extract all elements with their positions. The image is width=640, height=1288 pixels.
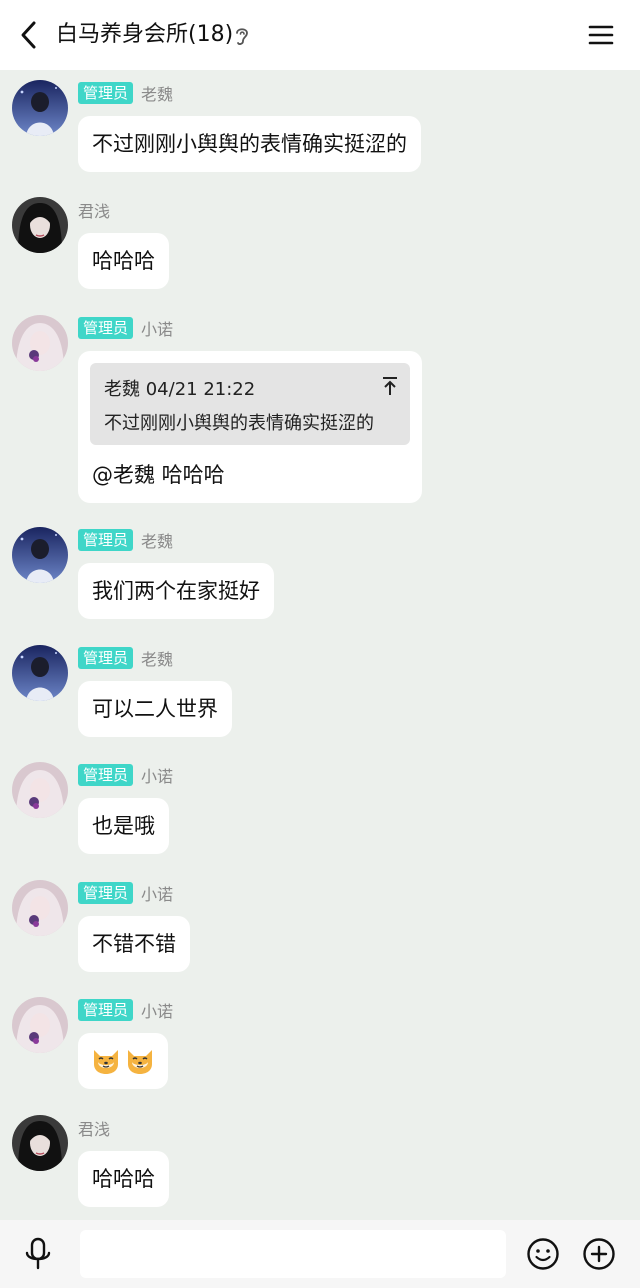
message-bubble[interactable]: 哈哈哈 — [78, 233, 169, 289]
avatar[interactable] — [12, 527, 68, 583]
sender-meta: 管理员 小诺 — [78, 763, 173, 787]
message-bubble[interactable]: 不过刚刚小舆舆的表情确实挺涩的 — [78, 116, 421, 172]
chevron-left-icon — [21, 21, 36, 49]
chat-header: 白马养身会所(18) — [0, 0, 640, 70]
avatar[interactable] — [12, 997, 68, 1053]
message-bubble[interactable]: 我们两个在家挺好 — [78, 563, 274, 619]
avatar[interactable] — [12, 80, 68, 136]
sender-name[interactable]: 君浅 — [78, 198, 110, 222]
smiley-icon[interactable] — [526, 1237, 560, 1271]
back-button[interactable] — [12, 18, 44, 52]
plus-circle-icon[interactable] — [582, 1237, 616, 1271]
shiba-face-sticker — [94, 1050, 118, 1074]
input-bar — [0, 1220, 640, 1288]
sender-meta: 管理员 老魏 — [78, 646, 173, 670]
sender-meta: 管理员 小诺 — [78, 881, 173, 905]
message-bubble[interactable]: 哈哈哈 — [78, 1151, 169, 1207]
sender-name[interactable]: 小诺 — [141, 316, 173, 340]
group-title[interactable]: 白马养身会所(18) — [56, 20, 233, 50]
sender-name[interactable]: 小诺 — [141, 881, 173, 905]
sender-name[interactable]: 小诺 — [141, 763, 173, 787]
message-bubble[interactable]: 可以二人世界 — [78, 681, 232, 737]
avatar[interactable] — [12, 197, 68, 253]
sender-name[interactable]: 小诺 — [141, 998, 173, 1022]
shiba-face-sticker — [128, 1050, 152, 1074]
ear-icon — [236, 28, 248, 45]
message-bubble[interactable]: 也是哦 — [78, 798, 169, 854]
sender-name[interactable]: 老魏 — [141, 81, 173, 105]
message-bubble[interactable]: 不错不错 — [78, 916, 190, 972]
sticker-bubble[interactable] — [78, 1033, 168, 1089]
avatar[interactable] — [12, 315, 68, 371]
admin-badge: 管理员 — [78, 764, 134, 786]
avatar[interactable] — [12, 762, 68, 818]
sender-meta: 管理员 小诺 — [78, 316, 173, 340]
hamburger-menu-icon[interactable] — [586, 20, 616, 50]
admin-badge: 管理员 — [78, 82, 134, 104]
sender-name[interactable]: 老魏 — [141, 528, 173, 552]
reply-message-bubble[interactable]: 老魏 04/21 21:22 不过刚刚小舆舆的表情确实挺涩的 @老魏 哈哈哈 — [78, 351, 422, 503]
avatar[interactable] — [12, 645, 68, 701]
sender-meta: 管理员 老魏 — [78, 81, 173, 105]
sender-name[interactable]: 老魏 — [141, 646, 173, 670]
message-list[interactable]: 管理员 老魏 不过刚刚小舆舆的表情确实挺涩的 君浅 哈哈哈 管理员 小诺 老魏 … — [0, 70, 640, 1220]
quoted-text: 不过刚刚小舆舆的表情确实挺涩的 — [104, 413, 374, 434]
admin-badge: 管理员 — [78, 529, 134, 551]
avatar[interactable] — [12, 880, 68, 936]
quoted-sender-time: 老魏 04/21 21:22 — [104, 379, 256, 400]
microphone-icon[interactable] — [20, 1236, 56, 1272]
avatar[interactable] — [12, 1115, 68, 1171]
admin-badge: 管理员 — [78, 882, 134, 904]
jump-to-quote-icon[interactable] — [380, 375, 400, 397]
sender-name[interactable]: 君浅 — [78, 1116, 110, 1140]
sender-meta: 君浅 — [78, 198, 110, 222]
admin-badge: 管理员 — [78, 647, 134, 669]
sender-meta: 君浅 — [78, 1116, 110, 1140]
reply-text: @老魏 哈哈哈 — [92, 463, 225, 487]
admin-badge: 管理员 — [78, 999, 134, 1021]
message-input[interactable] — [80, 1230, 506, 1278]
sender-meta: 管理员 老魏 — [78, 528, 173, 552]
sender-meta: 管理员 小诺 — [78, 998, 173, 1022]
quoted-message[interactable]: 老魏 04/21 21:22 不过刚刚小舆舆的表情确实挺涩的 — [90, 363, 410, 445]
admin-badge: 管理员 — [78, 317, 134, 339]
